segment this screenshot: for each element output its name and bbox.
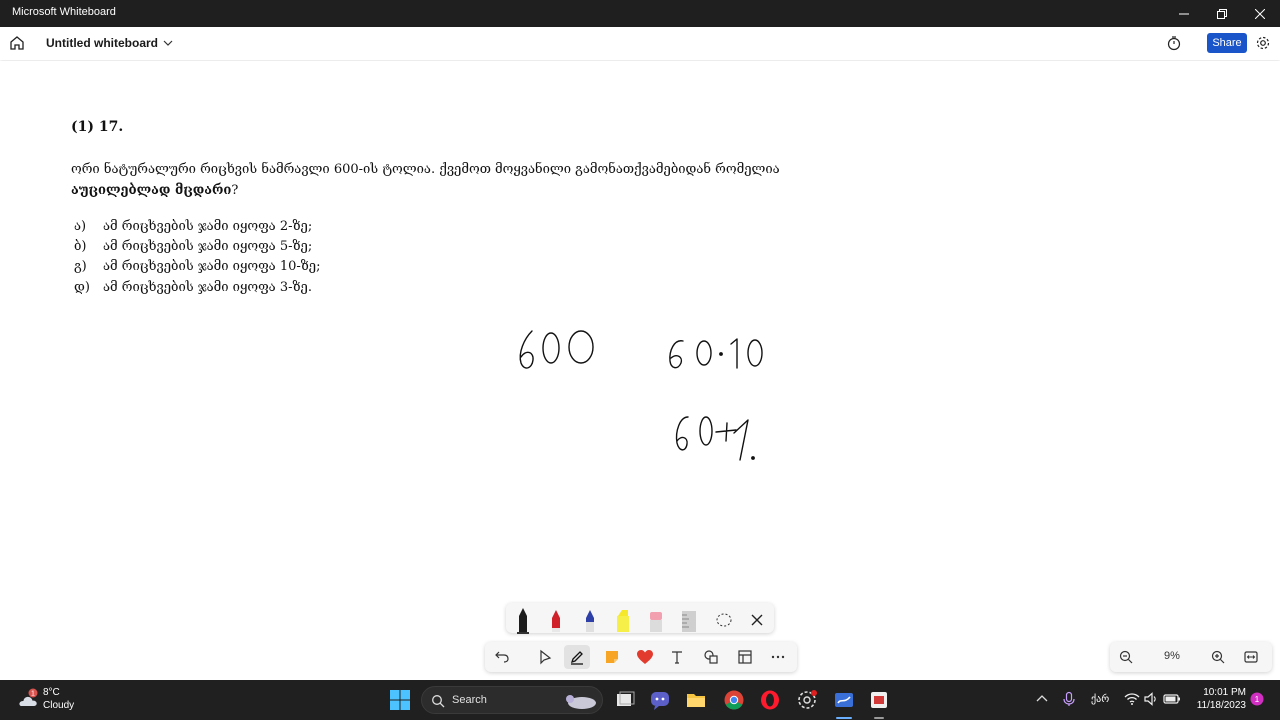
close-window-button[interactable] bbox=[1241, 0, 1279, 27]
zoom-in-icon bbox=[1211, 650, 1225, 664]
board-title[interactable]: Untitled whiteboard bbox=[46, 36, 158, 50]
zoom-out-icon bbox=[1119, 650, 1133, 664]
timer-icon[interactable] bbox=[1166, 35, 1182, 51]
pen-tool-button[interactable] bbox=[564, 645, 590, 669]
wifi-icon[interactable] bbox=[1124, 691, 1140, 707]
ink-600 bbox=[519, 330, 594, 369]
ink-60-plus-1 bbox=[675, 416, 755, 461]
ruler-icon[interactable] bbox=[677, 606, 701, 634]
sticky-note-button[interactable] bbox=[599, 645, 625, 669]
input-language[interactable]: ქარ bbox=[1091, 694, 1109, 705]
fit-screen-icon bbox=[1244, 651, 1258, 663]
sticky-note-icon bbox=[606, 651, 618, 663]
zoom-level[interactable]: 9% bbox=[1162, 650, 1182, 662]
highlighter-icon[interactable] bbox=[611, 606, 635, 634]
search-label: Search bbox=[452, 694, 487, 706]
battery-icon[interactable] bbox=[1163, 691, 1181, 707]
weather-badge: 1 bbox=[31, 691, 35, 698]
select-button[interactable] bbox=[532, 645, 558, 669]
whiteboard-app-icon[interactable] bbox=[833, 689, 855, 711]
more-icon bbox=[771, 655, 785, 659]
notification-count: 1 bbox=[1255, 695, 1260, 704]
minimize-button[interactable] bbox=[1165, 0, 1203, 27]
file-explorer-icon[interactable] bbox=[685, 689, 707, 711]
search-highlight-icon bbox=[566, 695, 596, 709]
clock-time[interactable]: 10:01 PM bbox=[1190, 687, 1246, 698]
close-tray-icon[interactable] bbox=[745, 606, 769, 634]
clock-date[interactable]: 11/18/2023 bbox=[1190, 700, 1246, 711]
pointer-icon bbox=[540, 649, 552, 665]
black-pen-icon[interactable] bbox=[511, 606, 535, 634]
pen-tray bbox=[506, 603, 774, 634]
eraser-icon[interactable] bbox=[644, 606, 668, 634]
close-icon bbox=[1255, 8, 1265, 19]
handwriting-ink bbox=[519, 330, 763, 461]
weather-condition[interactable]: Cloudy bbox=[43, 700, 74, 711]
zoom-out-button[interactable] bbox=[1113, 645, 1139, 669]
undo-icon bbox=[495, 651, 509, 663]
heart-icon bbox=[637, 650, 653, 664]
volume-icon[interactable] bbox=[1143, 691, 1159, 707]
fit-to-screen-button[interactable] bbox=[1238, 645, 1264, 669]
start-windows-icon[interactable] bbox=[389, 689, 411, 711]
restore-icon bbox=[1217, 8, 1227, 19]
text-icon bbox=[672, 651, 682, 664]
windows-taskbar: 1 8°C Cloudy Search ქარ 10:01 PM 11/18/2… bbox=[0, 680, 1280, 720]
weather-temperature[interactable]: 8°C bbox=[43, 687, 60, 698]
zoom-in-button[interactable] bbox=[1205, 645, 1231, 669]
recorder-running-indicator bbox=[874, 717, 884, 719]
shapes-button[interactable] bbox=[698, 645, 724, 669]
text-button[interactable] bbox=[664, 645, 690, 669]
share-button[interactable]: Share bbox=[1207, 33, 1247, 53]
red-pen-icon[interactable] bbox=[544, 606, 568, 634]
creation-toolbar bbox=[485, 642, 797, 672]
task-view-icon[interactable] bbox=[614, 689, 636, 711]
undo-button[interactable] bbox=[489, 645, 515, 669]
microphone-icon[interactable] bbox=[1061, 691, 1077, 707]
home-icon[interactable] bbox=[8, 34, 26, 52]
templates-button[interactable] bbox=[732, 645, 758, 669]
window-titlebar: Microsoft Whiteboard bbox=[0, 0, 1280, 27]
blue-pen-icon[interactable] bbox=[578, 606, 602, 634]
ink-60-times-10 bbox=[669, 338, 763, 369]
notification-badge-icon[interactable]: 1 bbox=[1250, 692, 1264, 706]
teams-chat-icon[interactable] bbox=[649, 689, 671, 711]
reactions-button[interactable] bbox=[632, 645, 658, 669]
whiteboard-running-indicator bbox=[836, 717, 852, 719]
search-icon bbox=[432, 695, 445, 708]
screen-recorder-icon[interactable] bbox=[868, 689, 890, 711]
weather-cloud-icon[interactable]: 1 bbox=[15, 687, 39, 711]
pen-icon bbox=[570, 651, 583, 665]
chrome-icon[interactable] bbox=[723, 689, 745, 711]
whiteboard-canvas[interactable]: (1) 17. ორი ნატურალური რიცხვის ნამრავლი … bbox=[0, 61, 1280, 680]
shapes-icon bbox=[704, 650, 718, 664]
maximize-button[interactable] bbox=[1203, 0, 1241, 27]
chevron-up-icon[interactable] bbox=[1034, 691, 1050, 707]
more-button[interactable] bbox=[765, 645, 791, 669]
templates-icon bbox=[738, 650, 752, 664]
chevron-down-icon[interactable] bbox=[162, 36, 174, 50]
zoom-controls: 9% bbox=[1110, 642, 1272, 672]
opera-icon[interactable] bbox=[759, 689, 781, 711]
taskbar-search[interactable]: Search bbox=[421, 686, 603, 714]
app-header: Untitled whiteboard Share bbox=[0, 27, 1280, 60]
window-title: Microsoft Whiteboard bbox=[12, 6, 116, 18]
minimize-icon bbox=[1179, 13, 1189, 14]
gear-icon[interactable] bbox=[1255, 35, 1271, 51]
app-settings-icon[interactable] bbox=[796, 689, 818, 711]
lasso-icon[interactable] bbox=[712, 606, 736, 634]
